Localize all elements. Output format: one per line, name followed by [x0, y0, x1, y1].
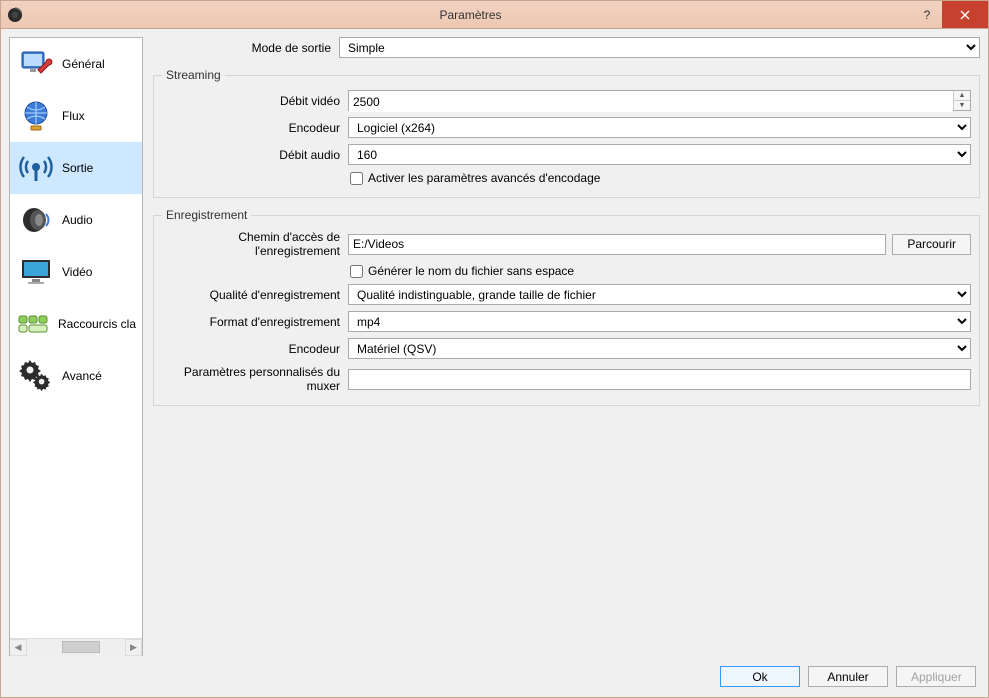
- ok-button[interactable]: Ok: [720, 666, 800, 687]
- broadcast-icon: [16, 148, 56, 188]
- muxer-params-label: Paramètres personnalisés du muxer: [162, 365, 342, 393]
- streaming-group: Streaming Débit vidéo ▲ ▼: [153, 68, 980, 198]
- video-bitrate-spinbox[interactable]: ▲ ▼: [348, 90, 971, 111]
- nospace-label: Générer le nom du fichier sans espace: [368, 264, 574, 278]
- advanced-encoding-checkbox-row[interactable]: Activer les paramètres avancés d'encodag…: [348, 171, 600, 185]
- sidebar-item-stream[interactable]: Flux: [10, 90, 142, 142]
- app-icon: [7, 7, 23, 23]
- sidebar-item-audio[interactable]: Audio: [10, 194, 142, 246]
- monitor-icon: [16, 252, 56, 292]
- recording-format-label: Format d'enregistrement: [162, 315, 342, 329]
- audio-bitrate-select[interactable]: 160: [348, 144, 971, 165]
- recording-encoder-label: Encodeur: [162, 342, 342, 356]
- sidebar-item-label: Raccourcis clavier: [58, 317, 136, 331]
- video-bitrate-label: Débit vidéo: [162, 94, 342, 108]
- sidebar-item-label: Sortie: [62, 161, 93, 175]
- globe-icon: [16, 96, 56, 136]
- scroll-right-icon[interactable]: ▶: [125, 639, 142, 656]
- recording-path-input[interactable]: [348, 234, 886, 255]
- speaker-icon: [16, 200, 56, 240]
- advanced-encoding-checkbox[interactable]: [350, 172, 363, 185]
- streaming-encoder-select[interactable]: Logiciel (x264): [348, 117, 971, 138]
- sidebar-item-advanced[interactable]: Avancé: [10, 350, 142, 402]
- apply-button[interactable]: Appliquer: [896, 666, 976, 687]
- spin-down-icon[interactable]: ▼: [954, 101, 970, 110]
- content-pane: Mode de sortie Simple Streaming Débit vi…: [153, 37, 980, 656]
- muxer-params-input[interactable]: [348, 369, 971, 390]
- window-title: Paramètres: [29, 8, 912, 22]
- sidebar-item-hotkeys[interactable]: Raccourcis clavier: [10, 298, 142, 350]
- dialog-body: Général Flux: [1, 29, 988, 697]
- audio-bitrate-label: Débit audio: [162, 148, 342, 162]
- sidebar-item-output[interactable]: Sortie: [10, 142, 142, 194]
- streaming-encoder-label: Encodeur: [162, 121, 342, 135]
- sidebar-item-label: Flux: [62, 109, 85, 123]
- output-mode-label: Mode de sortie: [153, 41, 333, 55]
- sidebar-item-video[interactable]: Vidéo: [10, 246, 142, 298]
- scroll-left-icon[interactable]: ◀: [10, 639, 27, 656]
- scroll-thumb[interactable]: [62, 641, 100, 653]
- recording-quality-select[interactable]: Qualité indistinguable, grande taille de…: [348, 284, 971, 305]
- sidebar-scrollbar[interactable]: ◀ ▶: [10, 638, 142, 655]
- gear-icon: [16, 356, 56, 396]
- recording-quality-label: Qualité d'enregistrement: [162, 288, 342, 302]
- nospace-checkbox-row[interactable]: Générer le nom du fichier sans espace: [348, 264, 574, 278]
- video-bitrate-input[interactable]: [349, 91, 953, 112]
- nospace-checkbox[interactable]: [350, 265, 363, 278]
- advanced-encoding-label: Activer les paramètres avancés d'encodag…: [368, 171, 600, 185]
- main-row: Général Flux: [9, 37, 980, 656]
- sidebar-item-general[interactable]: Général: [10, 38, 142, 90]
- sidebar: Général Flux: [9, 37, 143, 656]
- recording-encoder-select[interactable]: Matériel (QSV): [348, 338, 971, 359]
- wrench-monitor-icon: [16, 44, 56, 84]
- recording-group: Enregistrement Chemin d'accès de l'enreg…: [153, 208, 980, 406]
- sidebar-item-label: Audio: [62, 213, 93, 227]
- sidebar-item-label: Avancé: [62, 369, 102, 383]
- sidebar-list: Général Flux: [10, 38, 142, 638]
- sidebar-item-label: Général: [62, 57, 105, 71]
- recording-legend: Enregistrement: [162, 208, 251, 222]
- output-mode-select[interactable]: Simple: [339, 37, 980, 58]
- sidebar-item-label: Vidéo: [62, 265, 92, 279]
- output-mode-row: Mode de sortie Simple: [153, 37, 980, 58]
- scroll-track[interactable]: [27, 639, 125, 656]
- browse-button[interactable]: Parcourir: [892, 234, 971, 255]
- dialog-footer: Ok Annuler Appliquer: [9, 662, 980, 689]
- recording-path-label: Chemin d'accès de l'enregistrement: [162, 230, 342, 258]
- streaming-legend: Streaming: [162, 68, 225, 82]
- help-button[interactable]: ?: [912, 1, 942, 28]
- titlebar: Paramètres ?: [1, 1, 988, 29]
- recording-format-select[interactable]: mp4: [348, 311, 971, 332]
- keyboard-icon: [16, 304, 52, 344]
- cancel-button[interactable]: Annuler: [808, 666, 888, 687]
- close-button[interactable]: [942, 1, 988, 28]
- spin-up-icon[interactable]: ▲: [954, 91, 970, 101]
